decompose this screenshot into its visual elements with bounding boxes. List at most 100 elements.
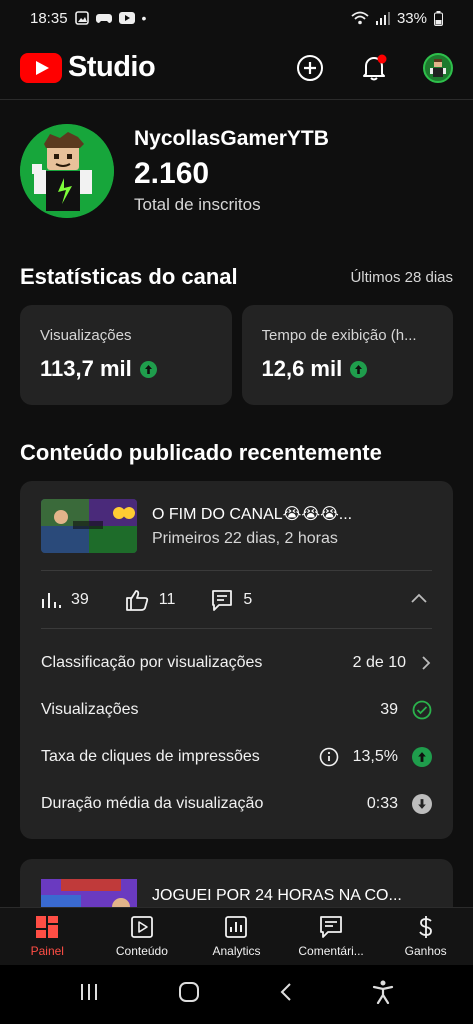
trend-up-icon bbox=[139, 360, 157, 378]
nav-comments[interactable]: Comentári... bbox=[284, 908, 379, 965]
second-video-title[interactable]: JOGUEI POR 24 HORAS NA CO... bbox=[152, 887, 402, 905]
home-icon bbox=[179, 982, 200, 1002]
app-bar: Studio bbox=[0, 36, 473, 100]
battery-percent: 33% bbox=[396, 9, 427, 27]
channel-avatar[interactable] bbox=[20, 124, 114, 218]
nav-content-label: Conteúdo bbox=[115, 944, 168, 958]
views-stat-value-row: 113,7 mil bbox=[40, 356, 212, 382]
channel-header: NycollasGamerYTB 2.160 Total de inscrito… bbox=[20, 124, 329, 218]
youtube-logo-icon bbox=[20, 52, 62, 83]
battery-icon bbox=[434, 10, 443, 26]
channel-stats-title: Estatísticas do canal bbox=[20, 264, 238, 289]
views-detail-label: Visualizações bbox=[41, 700, 139, 718]
video-thumbnail[interactable] bbox=[41, 498, 137, 553]
nav-analytics[interactable]: Analytics bbox=[189, 908, 284, 965]
channel-avatar-character-icon bbox=[20, 124, 114, 218]
likes-metric: 11 bbox=[125, 589, 176, 611]
nav-analytics-label: Analytics bbox=[212, 944, 261, 958]
status-left: 18:35 • bbox=[30, 10, 146, 27]
views-stat-value: 113,7 mil bbox=[40, 356, 132, 381]
dashboard-icon bbox=[36, 916, 59, 938]
create-button[interactable] bbox=[295, 53, 325, 83]
status-time: 18:35 bbox=[30, 9, 68, 27]
subscriber-label: Total de inscritos bbox=[134, 195, 261, 214]
views-detail-row: Visualizações 39 bbox=[41, 686, 432, 733]
ranking-value: 2 de 10 bbox=[352, 653, 406, 671]
channel-name: NycollasGamerYTB bbox=[134, 127, 329, 150]
app-bar-actions bbox=[295, 52, 453, 83]
video-text: O FIM DO CANAL😭😭😭... Primeiros 22 dias, … bbox=[152, 504, 352, 548]
trend-down-icon bbox=[412, 793, 432, 814]
watch-time-stat-value-row: 12,6 mil bbox=[262, 356, 434, 382]
youtube-notification-icon bbox=[118, 12, 135, 24]
notifications-button[interactable] bbox=[359, 53, 389, 83]
ctr-right: 13,5% bbox=[319, 746, 432, 767]
recent-content-title: Conteúdo publicado recentemente bbox=[20, 440, 382, 465]
more-notifications-dot: • bbox=[141, 10, 147, 26]
watch-time-stat-value: 12,6 mil bbox=[261, 356, 343, 381]
video-details: Classificação por visualizações 2 de 10 … bbox=[41, 629, 432, 827]
status-bar: 18:35 • 33% bbox=[0, 0, 473, 36]
ranking-row[interactable]: Classificação por visualizações 2 de 10 bbox=[41, 639, 432, 686]
ranking-label: Classificação por visualizações bbox=[41, 653, 263, 671]
trend-up-icon bbox=[412, 746, 432, 767]
recent-apps-icon bbox=[81, 984, 98, 1000]
nav-comments-label: Comentári... bbox=[298, 944, 364, 958]
avg-duration-right: 0:33 bbox=[366, 793, 432, 814]
content-icon bbox=[130, 916, 153, 938]
views-metric-value: 39 bbox=[71, 590, 89, 608]
likes-metric-value: 11 bbox=[158, 590, 176, 608]
bottom-navigation: Painel Conteúdo Analytics Comentári... G… bbox=[0, 907, 473, 965]
earn-icon bbox=[418, 916, 432, 938]
youtube-studio-logo[interactable]: Studio bbox=[20, 51, 156, 84]
recent-apps-button[interactable] bbox=[79, 983, 99, 1006]
wifi-icon bbox=[351, 11, 369, 25]
views-metric: 39 bbox=[41, 591, 89, 609]
thumbs-up-icon bbox=[125, 589, 148, 611]
video-title[interactable]: O FIM DO CANAL😭😭😭... bbox=[152, 504, 352, 524]
home-button[interactable] bbox=[178, 981, 200, 1008]
nav-dashboard[interactable]: Painel bbox=[0, 908, 95, 965]
avg-duration-label: Duração média da visualização bbox=[41, 794, 264, 812]
avatar-character-icon bbox=[430, 58, 446, 77]
channel-stats-header: Estatísticas do canal Últimos 28 dias bbox=[20, 264, 453, 290]
system-navigation-bar bbox=[0, 965, 473, 1024]
back-icon bbox=[280, 983, 291, 1001]
nav-content[interactable]: Conteúdo bbox=[95, 908, 190, 965]
ctr-row: Taxa de cliques de impressões 13,5% bbox=[41, 733, 432, 780]
avg-duration-value: 0:33 bbox=[366, 794, 398, 812]
stat-cards: Visualizações 113,7 mil Tempo de exibiçã… bbox=[20, 305, 453, 405]
account-avatar[interactable] bbox=[423, 52, 453, 83]
nav-dashboard-label: Painel bbox=[30, 944, 64, 958]
watch-time-stat-card[interactable]: Tempo de exibição (h... 12,6 mil bbox=[241, 305, 453, 405]
back-button[interactable] bbox=[279, 982, 293, 1007]
collapse-button[interactable] bbox=[410, 591, 428, 609]
accessibility-button[interactable] bbox=[372, 980, 394, 1009]
status-right: 33% bbox=[351, 10, 443, 27]
views-detail-right: 39 bbox=[380, 700, 432, 720]
comments-metric-value: 5 bbox=[243, 590, 253, 608]
stats-period: Últimos 28 dias bbox=[350, 268, 453, 286]
views-stat-label: Visualizações bbox=[40, 327, 132, 344]
avg-duration-row: Duração média da visualização 0:33 bbox=[41, 780, 432, 827]
check-circle-icon bbox=[412, 700, 432, 719]
info-icon[interactable] bbox=[319, 747, 339, 767]
chevron-right-icon bbox=[422, 655, 431, 670]
brand-name: Studio bbox=[68, 51, 156, 83]
gamepad-notification-icon bbox=[95, 14, 112, 23]
bar-chart-icon bbox=[42, 592, 61, 608]
video-metrics-row: 39 11 5 bbox=[41, 571, 432, 629]
comment-icon bbox=[212, 589, 233, 611]
watch-time-stat-label: Tempo de exibição (h... bbox=[261, 327, 417, 344]
views-stat-card[interactable]: Visualizações 113,7 mil bbox=[20, 305, 232, 405]
thumbnail-image-icon bbox=[41, 498, 137, 553]
video-row[interactable]: O FIM DO CANAL😭😭😭... Primeiros 22 dias, … bbox=[41, 481, 432, 571]
subscriber-count: 2.160 bbox=[134, 157, 210, 190]
accessibility-icon bbox=[372, 980, 393, 1005]
ctr-value: 13,5% bbox=[352, 747, 398, 765]
nav-earn[interactable]: Ganhos bbox=[378, 908, 473, 965]
bell-icon bbox=[363, 54, 387, 80]
comments-icon bbox=[320, 916, 342, 938]
ctr-label: Taxa de cliques de impressões bbox=[41, 747, 260, 765]
channel-info: NycollasGamerYTB 2.160 Total de inscrito… bbox=[134, 127, 329, 215]
